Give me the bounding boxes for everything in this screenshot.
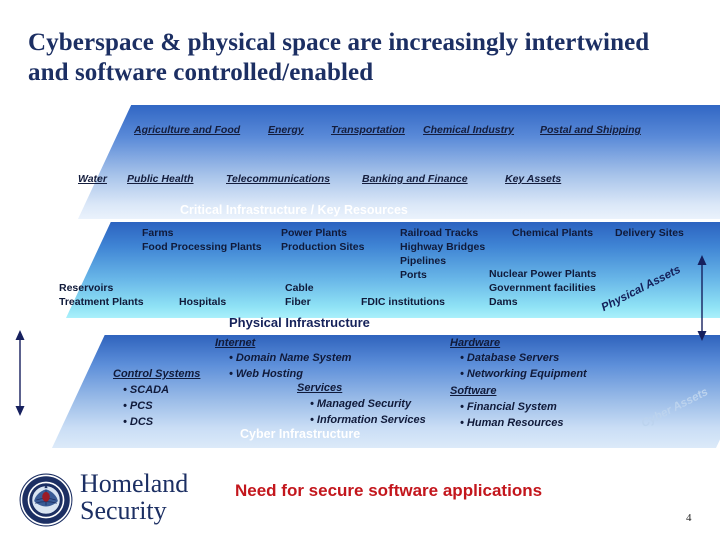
cyber-item: • Networking Equipment [460,368,587,380]
cyber-list-services: • Managed Security • Information Service… [310,396,426,428]
cyber-item: • SCADA [123,384,170,396]
asset-item: Power Plants [281,227,347,239]
cyber-item: • Domain Name System [229,352,352,364]
asset-item: Government facilities [489,282,596,294]
page-number: 4 [686,512,692,524]
asset-item: Farms [142,227,174,239]
asset-item: Dams [489,296,518,308]
cyber-list-control-systems: • SCADA • PCS • DCS [123,382,169,430]
asset-group-power: Power Plants Production Sites [281,226,364,254]
asset-item: Food Processing Plants [142,241,262,253]
sector-banking-and-finance: Banking and Finance [362,173,468,185]
asset-item: Nuclear Power Plants [489,268,597,280]
homeland-security-wordmark: Homeland Security [80,470,188,524]
cyber-heading-internet: Internet [215,337,256,349]
asset-group-key-assets: Nuclear Power Plants Government faciliti… [489,267,596,309]
cyber-item: • Human Resources [460,417,564,429]
asset-item: FDIC institutions [361,296,445,308]
asset-group-fdic: FDIC institutions [361,295,445,309]
sector-transportation: Transportation [331,124,405,136]
physical-infrastructure-band-label: Physical Infrastructure [229,315,370,330]
sector-telecommunications: Telecommunications [226,173,331,185]
cyber-infrastructure-band-label: Cyber Infrastructure [240,427,361,441]
asset-item: Treatment Plants [59,296,144,308]
top-layer-content [78,105,720,219]
asset-group-water: Reservoirs Treatment Plants [59,281,144,309]
asset-item: Railroad Tracks [400,227,479,239]
asset-group-delivery-sites: Delivery Sites [615,226,684,240]
cyber-list-internet: • Domain Name System • Web Hosting [229,350,351,382]
top-layer-parallelogram [78,105,720,219]
cyber-item: • PCS [123,400,153,412]
cyber-list-hardware: • Database Servers • Networking Equipmen… [460,350,587,382]
cyber-item: • Financial System [460,401,557,413]
cyber-heading-software: Software [450,385,497,397]
asset-group-transport: Railroad Tracks Highway Bridges Pipeline… [400,226,485,282]
page-title: Cyberspace & physical space are increasi… [28,29,650,86]
brand-line-1: Homeland [80,469,189,498]
dhs-seal-icon [19,473,73,527]
sector-energy: Energy [268,124,304,136]
cyber-list-software: • Financial System • Human Resources [460,399,564,431]
asset-item: Cable [285,282,314,294]
asset-item: Reservoirs [59,282,114,294]
cyber-item: • DCS [123,416,154,428]
brand-line-2: Security [80,496,167,525]
asset-group-telecom: Cable Fiber [285,281,314,309]
cyber-heading-control-systems: Control Systems [113,368,201,380]
slide-caption: Need for secure software applications [235,481,543,500]
cyber-item: • Database Servers [460,352,560,364]
asset-item: Pipelines [400,255,447,267]
asset-item: Delivery Sites [615,227,684,239]
asset-item: Production Sites [281,241,365,253]
asset-item: Ports [400,269,427,281]
asset-item: Hospitals [179,296,227,308]
sector-agriculture-and-food: Agriculture and Food [134,124,241,136]
cyber-heading-hardware: Hardware [450,337,501,349]
double-arrow-vertical-icon-right [697,255,707,341]
asset-item: Highway Bridges [400,241,486,253]
sector-chemical-industry: Chemical Industry [423,124,515,136]
cyber-item: • Web Hosting [229,368,303,380]
sector-public-health: Public Health [127,173,194,185]
asset-group-chemical-plants: Chemical Plants [512,226,593,240]
cyber-item: • Information Services [310,414,426,426]
double-arrow-vertical-icon-left [15,330,25,416]
asset-item: Fiber [285,296,311,308]
sector-key-assets: Key Assets [505,173,562,185]
asset-group-hospitals: Hospitals [179,295,226,309]
cyber-item: • Managed Security [310,398,412,410]
slide-canvas: Cyberspace & physical space are increasi… [0,0,720,540]
sector-postal-and-shipping: Postal and Shipping [540,124,641,136]
cyber-heading-services: Services [297,382,343,394]
asset-item: Chemical Plants [512,227,594,239]
sector-water: Water [78,173,107,185]
critical-infrastructure-band-label: Critical Infrastructure / Key Resources [180,203,408,217]
asset-group-farms: Farms Food Processing Plants [142,226,262,254]
